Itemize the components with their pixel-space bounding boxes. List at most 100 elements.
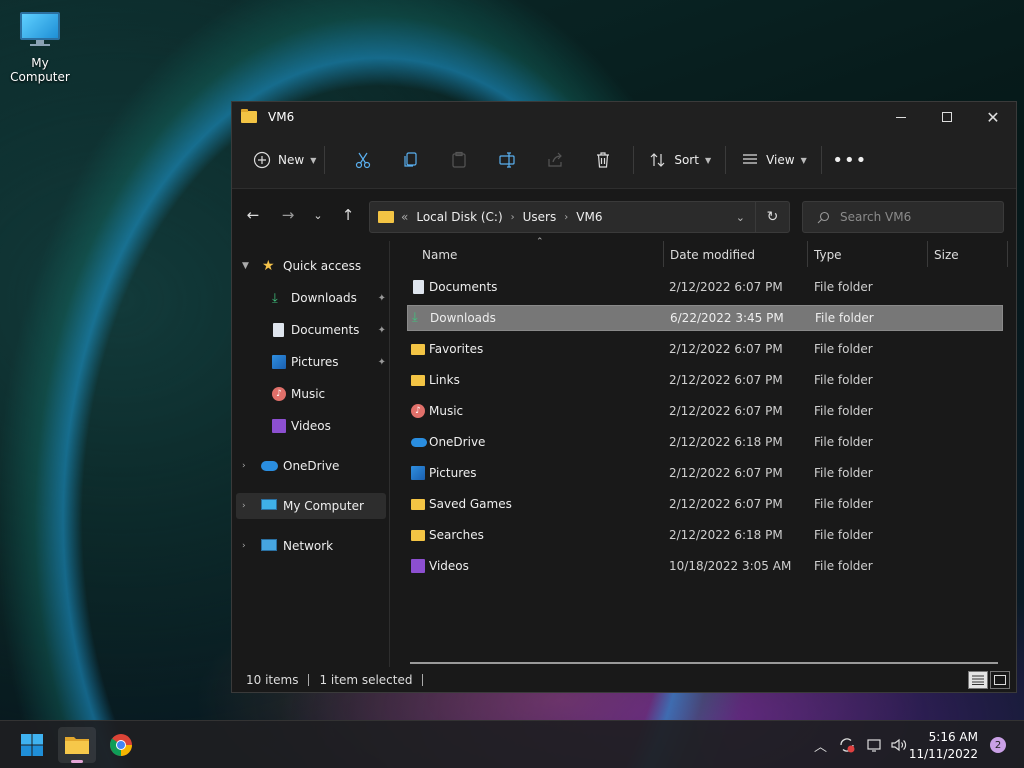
- music-icon: ♪: [272, 387, 286, 401]
- column-header-type[interactable]: Type: [814, 241, 842, 269]
- column-header-name[interactable]: Name: [422, 241, 457, 269]
- show-hidden-icons-button[interactable]: ︿: [814, 721, 827, 768]
- file-date: 2/12/2022 6:07 PM: [669, 404, 783, 418]
- minimize-button[interactable]: [878, 102, 924, 132]
- table-row[interactable]: Pictures 2/12/2022 6:07 PM File folder: [407, 460, 1003, 486]
- sort-icon: [642, 144, 674, 176]
- file-name: Music: [429, 404, 464, 418]
- taskbar-file-explorer[interactable]: [58, 727, 96, 763]
- folder-icon: [411, 344, 425, 355]
- pictures-icon: [411, 466, 425, 480]
- address-dropdown-button[interactable]: ⌄: [736, 211, 745, 224]
- close-button[interactable]: ✕: [970, 102, 1016, 132]
- nav-label: Videos: [291, 419, 331, 433]
- column-header-size[interactable]: Size: [934, 241, 959, 269]
- start-button[interactable]: [13, 727, 51, 763]
- maximize-button[interactable]: [924, 102, 970, 132]
- sync-status[interactable]: [838, 721, 856, 768]
- refresh-button[interactable]: ↻: [755, 202, 789, 232]
- copy-button[interactable]: [395, 144, 427, 176]
- breadcrumb-vm6[interactable]: VM6: [576, 210, 602, 224]
- nav-item-documents[interactable]: Documents ✦: [232, 318, 390, 342]
- desktop-icon-my-computer[interactable]: My Computer: [2, 8, 78, 84]
- desktop-icon-label: My Computer: [10, 56, 70, 84]
- table-row[interactable]: Links 2/12/2022 6:07 PM File folder: [407, 367, 1003, 393]
- nav-item-music[interactable]: ♪ Music: [232, 382, 390, 406]
- paste-button[interactable]: [443, 144, 475, 176]
- navigation-pane: ▼ ★ Quick access ⤓ Downloads ✦ Documents…: [232, 241, 390, 667]
- table-row[interactable]: ♪ Music 2/12/2022 6:07 PM File folder: [407, 398, 1003, 424]
- file-name: Links: [429, 373, 460, 387]
- delete-button[interactable]: [587, 144, 619, 176]
- address-bar[interactable]: « Local Disk (C:) › Users › VM6 ⌄ ↻: [369, 201, 790, 233]
- file-date: 2/12/2022 6:18 PM: [669, 435, 783, 449]
- cut-button[interactable]: [347, 144, 379, 176]
- rename-button[interactable]: [491, 144, 523, 176]
- share-button[interactable]: [539, 144, 571, 176]
- search-input[interactable]: [840, 210, 1000, 224]
- table-row[interactable]: Documents 2/12/2022 6:07 PM File folder: [407, 274, 1003, 300]
- chevron-down-icon: ▼: [310, 155, 317, 165]
- table-row[interactable]: Videos 10/18/2022 3:05 AM File folder: [407, 553, 1003, 579]
- system-clock[interactable]: 5:16 AM 11/11/2022: [909, 729, 978, 763]
- details-view-button[interactable]: [968, 671, 988, 689]
- share-icon: [548, 152, 563, 167]
- sort-indicator-icon: ⌃: [536, 237, 544, 247]
- nav-item-videos[interactable]: Videos: [232, 414, 390, 438]
- clock-time: 5:16 AM: [928, 730, 978, 744]
- new-button[interactable]: New ▼: [246, 144, 316, 176]
- plus-circle-icon: [246, 144, 278, 176]
- command-bar: New ▼ Sort ▼ View ▼ •••: [232, 132, 1016, 189]
- view-label: View: [766, 153, 795, 167]
- title-bar[interactable]: VM6 ✕: [232, 102, 1016, 132]
- nav-item-downloads[interactable]: ⤓ Downloads ✦: [232, 286, 390, 310]
- nav-my-computer[interactable]: › My Computer: [236, 493, 386, 519]
- sort-button[interactable]: Sort ▼: [642, 144, 711, 176]
- address-overflow[interactable]: «: [401, 210, 408, 224]
- status-bar: 10 items 1 item selected: [232, 668, 1016, 692]
- nav-onedrive[interactable]: › OneDrive: [232, 454, 390, 478]
- pin-icon: ✦: [377, 292, 386, 304]
- file-name: Favorites: [429, 342, 484, 356]
- nav-quick-access[interactable]: ▼ ★ Quick access: [232, 254, 390, 278]
- file-name: Videos: [429, 559, 469, 573]
- search-box[interactable]: [802, 201, 1004, 233]
- up-button[interactable]: ↑: [336, 203, 360, 227]
- breadcrumb-local-disk[interactable]: Local Disk (C:): [416, 210, 502, 224]
- notification-badge[interactable]: 2: [990, 737, 1006, 753]
- table-row[interactable]: Searches 2/12/2022 6:18 PM File folder: [407, 522, 1003, 548]
- more-options-button[interactable]: •••: [832, 144, 866, 176]
- arrow-left-icon: ←: [246, 206, 260, 224]
- folder-icon: [241, 109, 257, 123]
- table-row[interactable]: Favorites 2/12/2022 6:07 PM File folder: [407, 336, 1003, 362]
- nav-item-pictures[interactable]: Pictures ✦: [232, 350, 390, 374]
- view-button[interactable]: View ▼: [734, 144, 807, 176]
- forward-button[interactable]: →: [276, 203, 300, 227]
- column-label: Name: [422, 248, 458, 262]
- column-header-date[interactable]: Date modified: [670, 241, 755, 269]
- trash-icon: [597, 152, 610, 168]
- network-monitor-icon: [867, 739, 881, 752]
- nav-label: Downloads: [291, 291, 357, 305]
- horizontal-scrollbar[interactable]: [410, 662, 998, 664]
- recent-locations-button[interactable]: ⌄: [306, 203, 330, 227]
- taskbar-chrome[interactable]: [102, 727, 140, 763]
- file-type: File folder: [814, 280, 873, 294]
- volume-control[interactable]: [890, 721, 908, 768]
- file-name: Pictures: [429, 466, 477, 480]
- table-row-selected[interactable]: ⤓ Downloads 6/22/2022 3:45 PM File folde…: [407, 305, 1003, 331]
- column-label: Date modified: [670, 248, 756, 262]
- network-status[interactable]: [866, 721, 884, 768]
- nav-network[interactable]: › Network: [232, 534, 390, 558]
- details-view-icon: [972, 675, 984, 685]
- folder-icon: [378, 211, 394, 223]
- table-row[interactable]: OneDrive 2/12/2022 6:18 PM File folder: [407, 429, 1003, 455]
- breadcrumb-users[interactable]: Users: [523, 210, 557, 224]
- file-date: 2/12/2022 6:07 PM: [669, 280, 783, 294]
- folder-icon: [65, 737, 89, 754]
- monitor-icon: [261, 499, 277, 510]
- tiles-view-button[interactable]: [990, 671, 1010, 689]
- table-row[interactable]: Saved Games 2/12/2022 6:07 PM File folde…: [407, 491, 1003, 517]
- back-button[interactable]: ←: [241, 203, 265, 227]
- close-icon: ✕: [986, 107, 1000, 127]
